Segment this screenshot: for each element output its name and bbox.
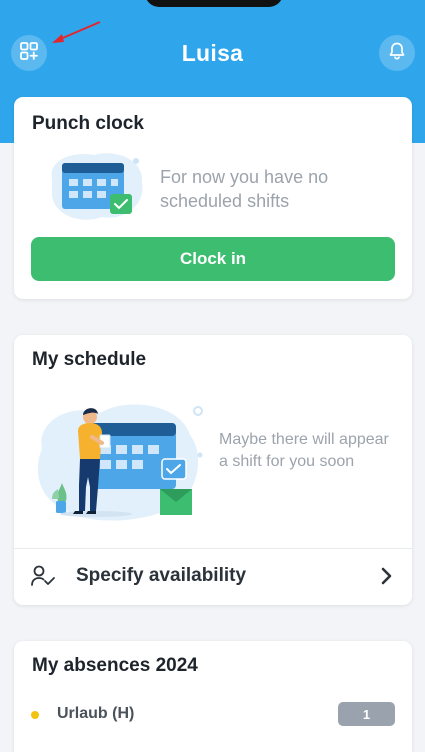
specify-availability-label: Specify availability <box>76 565 247 586</box>
user-check-icon <box>30 564 56 593</box>
page-title: Luisa <box>181 40 244 66</box>
schedule-card: My schedule Maybe there will appear a sh… <box>14 335 412 605</box>
punch-clock-card: Punch clock For now you have no schedule… <box>14 97 412 299</box>
specify-availability-row[interactable]: Specify availability <box>14 549 412 605</box>
punch-clock-title: Punch clock <box>32 113 144 134</box>
absences-card: My absences 2024 Urlaub (H) 1 <box>14 641 412 752</box>
no-schedule-message: Maybe there will appear a shift for you … <box>219 431 389 470</box>
device-notch <box>145 0 283 7</box>
chevron-right-icon <box>380 567 392 590</box>
schedule-title: My schedule <box>32 349 147 370</box>
schedule-illustration <box>30 393 210 530</box>
clock-in-button[interactable]: Clock in <box>31 237 395 281</box>
count-badge: 1 <box>338 702 395 726</box>
absence-type-label: Urlaub (H) <box>57 705 135 722</box>
notifications-button[interactable] <box>379 35 415 71</box>
no-shifts-message: For now you have no scheduled shifts <box>160 167 329 211</box>
list-item[interactable]: Urlaub (H) 1 <box>14 699 412 731</box>
status-dot <box>31 711 39 719</box>
absences-title: My absences 2024 <box>32 655 198 676</box>
calendar-illustration <box>44 149 148 230</box>
bell-icon <box>389 42 405 65</box>
